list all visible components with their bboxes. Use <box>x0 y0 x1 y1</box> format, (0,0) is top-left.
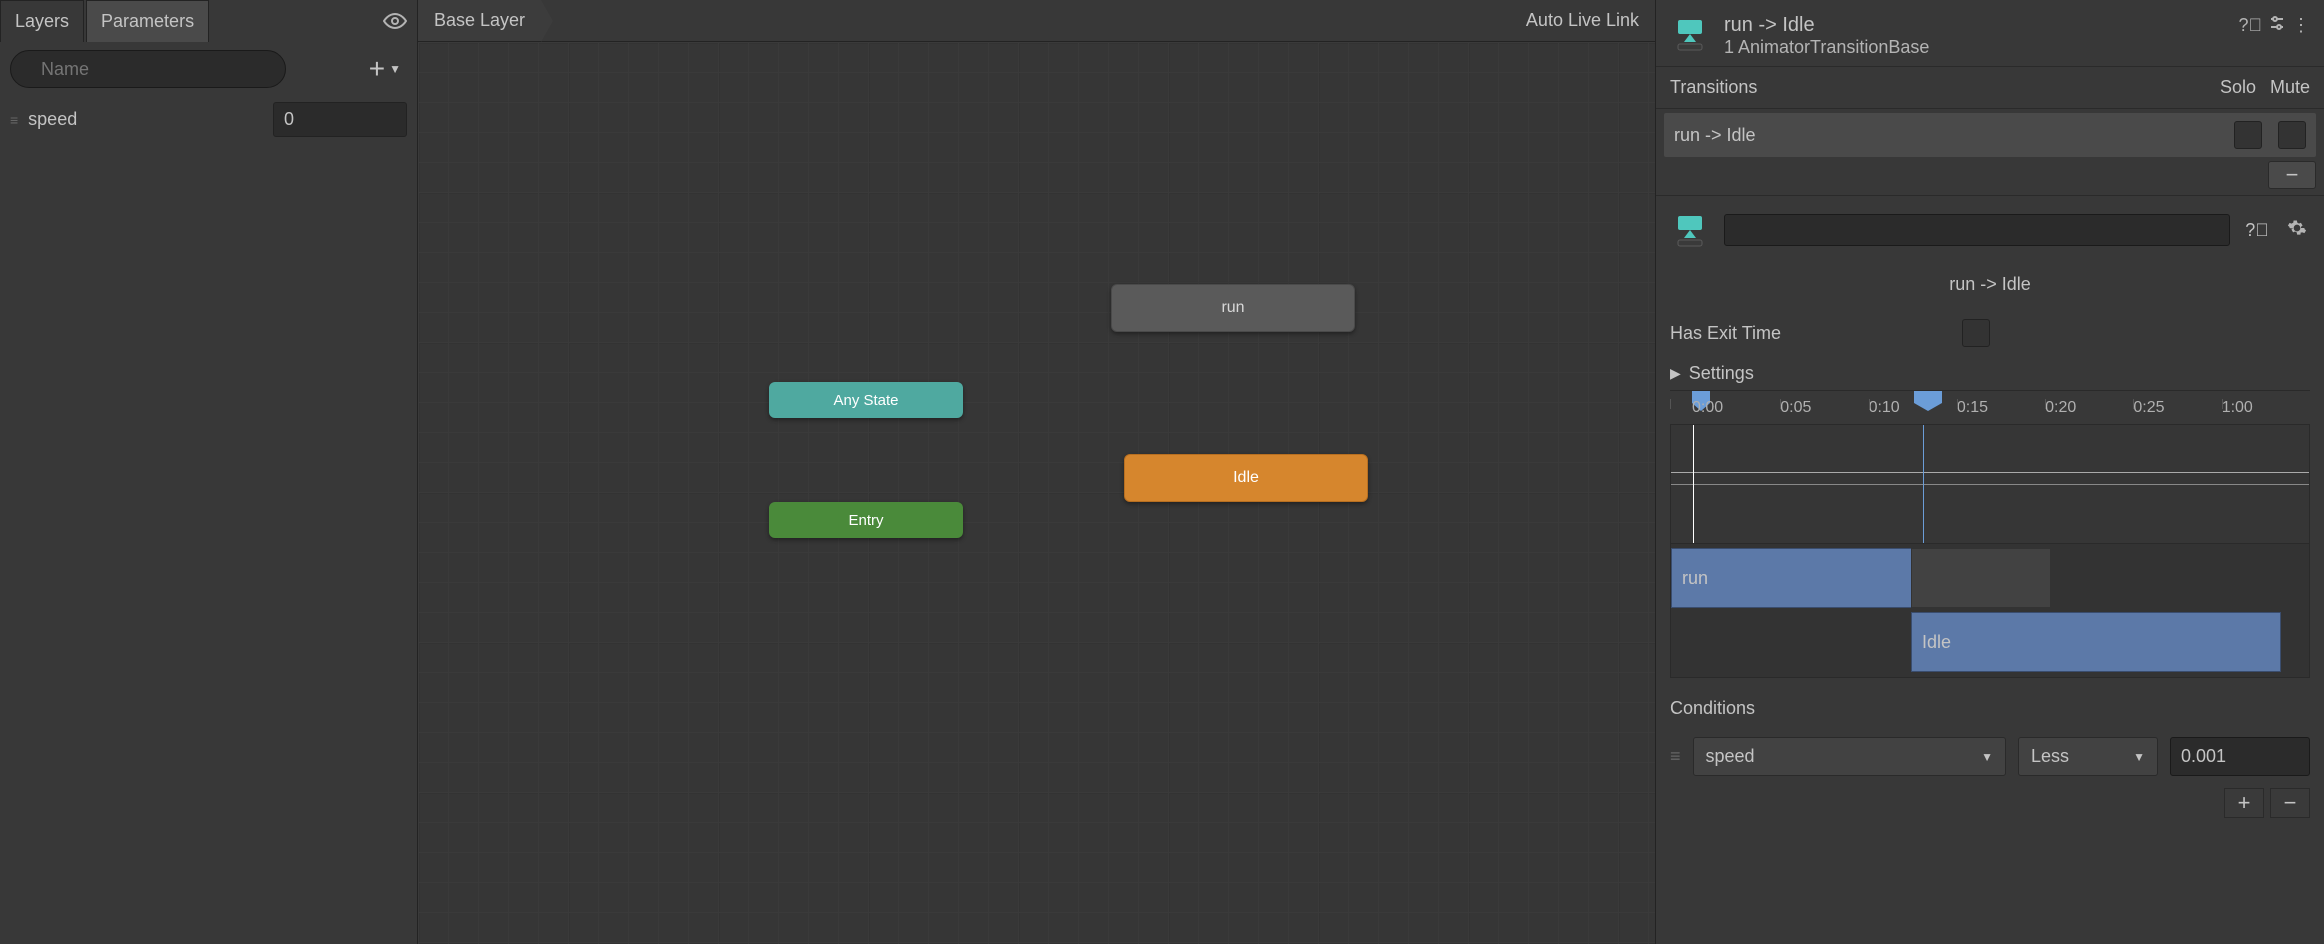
visibility-icon[interactable] <box>373 0 417 42</box>
add-condition-button[interactable]: + <box>2224 788 2264 818</box>
breadcrumb[interactable]: Base Layer <box>418 0 541 41</box>
disclosure-triangle-icon: ▶ <box>1670 365 1681 382</box>
has-exit-time-checkbox[interactable] <box>1962 319 1990 347</box>
named-transition-row: ?⃝ <box>1656 195 2324 264</box>
mute-checkbox[interactable] <box>2278 121 2306 149</box>
chevron-down-icon: ▼ <box>2133 750 2145 764</box>
condition-param-select[interactable]: speed ▼ <box>1693 737 2006 776</box>
ruler-tick: 0:20 <box>2045 399 2133 417</box>
has-exit-time-label: Has Exit Time <box>1670 323 1781 344</box>
transition-timeline[interactable]: 0:00 0:05 0:10 0:15 0:20 0:25 1:00 run I… <box>1656 390 2324 678</box>
param-search-input[interactable] <box>10 50 286 88</box>
state-node-run[interactable]: run <box>1111 284 1355 332</box>
tab-layers[interactable]: Layers <box>0 0 84 42</box>
inspector-panel: run -> Idle 1 AnimatorTransitionBase ?⃝ … <box>1655 0 2324 944</box>
transition-name-display: run -> Idle <box>1656 264 2324 309</box>
waveform-preview[interactable] <box>1670 424 2310 544</box>
transitions-label: Transitions <box>1670 77 2220 98</box>
ruler-tick: 0:05 <box>1780 399 1868 417</box>
param-name: speed <box>28 109 263 130</box>
solo-checkbox[interactable] <box>2234 121 2262 149</box>
conditions-header: Conditions <box>1656 688 2324 729</box>
param-row-speed[interactable]: ≡ speed <box>0 96 417 143</box>
inspector-subtitle: 1 AnimatorTransitionBase <box>1724 37 2224 58</box>
ruler-tick: 0:25 <box>2133 399 2221 417</box>
ruler-tick: 1:00 <box>2222 399 2310 417</box>
inspector-title: run -> Idle <box>1724 14 2224 37</box>
transition-icon <box>1670 14 1710 54</box>
help-icon[interactable]: ?⃝ <box>2238 15 2262 36</box>
remove-transition-button[interactable]: − <box>2268 161 2316 189</box>
transitions-section-header: Transitions Solo Mute <box>1656 66 2324 109</box>
blend-bar-idle[interactable]: Idle <box>1911 612 2281 672</box>
settings-foldout[interactable]: ▶ Settings <box>1656 357 2324 390</box>
condition-op-select[interactable]: Less ▼ <box>2018 737 2158 776</box>
blend-bar-run-fade <box>1911 548 2051 608</box>
ruler-tick: 0:15 <box>1957 399 2045 417</box>
parameters-panel: Layers Parameters ⌕ +▼ ≡ speed <box>0 0 418 944</box>
param-search-row: ⌕ +▼ <box>0 42 417 96</box>
transition-icon <box>1670 210 1710 250</box>
remove-condition-button[interactable]: − <box>2270 788 2310 818</box>
solo-header: Solo <box>2220 77 2256 98</box>
blend-diagram[interactable]: run Idle <box>1670 544 2310 678</box>
breadcrumb-row: Base Layer Auto Live Link <box>418 0 1655 42</box>
chevron-down-icon: ▼ <box>389 62 401 76</box>
settings-label: Settings <box>1689 363 1754 384</box>
transition-name-input[interactable] <box>1724 214 2230 246</box>
transition-item-label: run -> Idle <box>1674 125 2218 146</box>
panel-tabs: Layers Parameters <box>0 0 417 42</box>
inspector-header: run -> Idle 1 AnimatorTransitionBase ?⃝ … <box>1656 6 2324 66</box>
state-node-any-state[interactable]: Any State <box>769 382 963 418</box>
transition-lines <box>418 42 718 192</box>
transition-list-item[interactable]: run -> Idle <box>1664 113 2316 157</box>
time-ruler[interactable]: 0:00 0:05 0:10 0:15 0:20 0:25 1:00 <box>1670 390 2310 424</box>
menu-icon[interactable]: ⋮ <box>2292 15 2310 36</box>
mute-header: Mute <box>2270 77 2310 98</box>
param-value-input[interactable] <box>273 102 407 137</box>
auto-live-link-toggle[interactable]: Auto Live Link <box>1510 10 1655 31</box>
animator-graph-canvas[interactable]: run Any State Idle Entry <box>418 42 1655 944</box>
drag-handle-icon[interactable]: ≡ <box>10 112 18 128</box>
tab-parameters[interactable]: Parameters <box>86 0 209 42</box>
state-node-idle[interactable]: Idle <box>1124 454 1368 502</box>
condition-value-input[interactable] <box>2170 737 2310 776</box>
condition-row: ≡ speed ▼ Less ▼ <box>1656 729 2324 784</box>
add-parameter-button[interactable]: +▼ <box>363 53 407 85</box>
gear-icon[interactable] <box>2284 218 2310 243</box>
help-icon[interactable]: ?⃝ <box>2244 220 2270 241</box>
ruler-tick: 0:00 <box>1670 399 1780 417</box>
has-exit-time-row: Has Exit Time <box>1656 309 2324 357</box>
preset-icon[interactable] <box>2268 14 2286 37</box>
state-node-entry[interactable]: Entry <box>769 502 963 538</box>
chevron-down-icon: ▼ <box>1981 750 1993 764</box>
ruler-tick: 0:10 <box>1869 399 1957 417</box>
drag-handle-icon[interactable]: ≡ <box>1670 746 1681 767</box>
animator-canvas-panel: Base Layer Auto Live Link run Any State … <box>418 0 1655 944</box>
